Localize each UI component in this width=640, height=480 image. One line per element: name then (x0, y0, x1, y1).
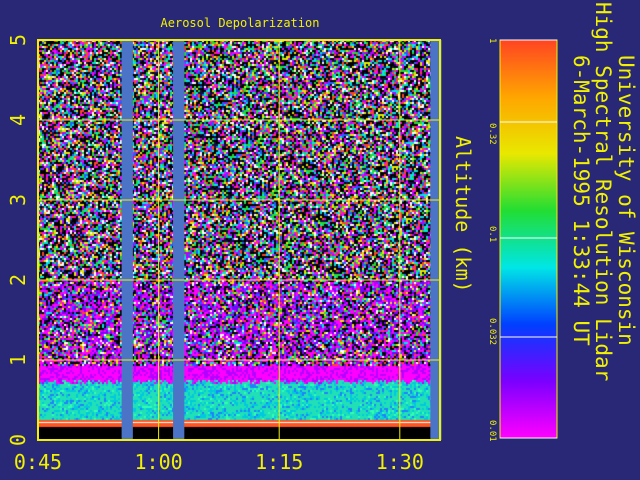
cbar-tick-label: 0.01 (487, 420, 497, 442)
data-gap (121, 40, 133, 440)
data-gap (173, 40, 185, 440)
chart-title: Aerosol Depolarization (161, 16, 320, 30)
y-tick-label: 4 (6, 114, 30, 126)
cbar-tick-label: 0.32 (487, 123, 497, 145)
lidar-figure: Aerosol Depolarization 0 1 2 3 4 5 0:45 1:00 1:… (6, 16, 558, 474)
institution-line1: University of Wisconsin (614, 55, 638, 346)
y-tick-label: 2 (6, 274, 30, 286)
institution-line2: High Spectral Resolution Lidar (591, 2, 615, 382)
x-tick-labels: 0:45 1:00 1:15 1:30 (14, 450, 424, 474)
y-axis-label: Altitude (km) (451, 136, 475, 293)
y-tick-label: 1 (6, 354, 30, 366)
heatmap-layer (38, 40, 442, 440)
y-tick-label: 5 (6, 34, 30, 46)
y-tick-label: 3 (6, 194, 30, 206)
heatmap (38, 40, 440, 440)
x-tick-label: 1:00 (135, 450, 183, 474)
heatmap-canvas (38, 40, 440, 440)
cbar-tick-label: 0.032 (487, 318, 497, 346)
timestamp: 6-March-1995 1:33:44 UT (569, 55, 593, 346)
y-tick-labels: 0 1 2 3 4 5 (6, 34, 30, 446)
y-tick-label: 0 (6, 434, 30, 446)
colorbar (499, 39, 558, 439)
x-tick-label: 0:45 (14, 450, 62, 474)
x-tick-label: 1:30 (376, 450, 424, 474)
x-tick-label: 1:15 (255, 450, 303, 474)
colorbar-gradient (499, 39, 558, 439)
cbar-tick-label: 0.1 (487, 226, 497, 243)
cbar-tick-label: 1 (487, 38, 497, 44)
